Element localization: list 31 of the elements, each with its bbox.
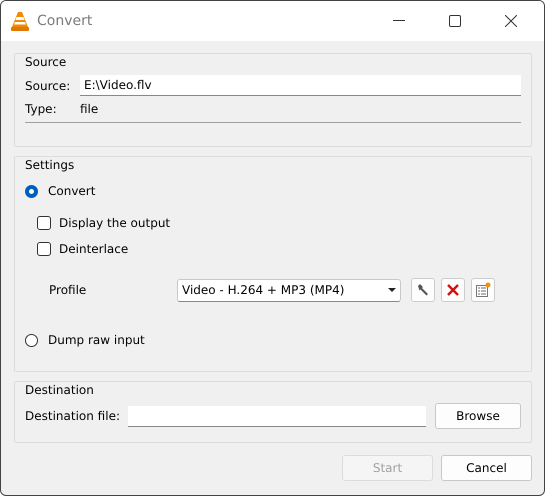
traffic-cone-icon [11, 11, 29, 31]
source-field[interactable]: E:\Video.flv [80, 75, 521, 96]
caret-icon [388, 288, 396, 292]
type-value: file [80, 102, 98, 116]
convert-radio[interactable] [25, 184, 38, 198]
list-icon [475, 282, 491, 298]
browse-button[interactable]: Browse [435, 403, 521, 429]
profile-dropdown[interactable]: Video - H.264 + MP3 (MP4) [177, 278, 401, 302]
group-title: Settings [25, 158, 74, 172]
checkbox[interactable] [37, 216, 51, 230]
checkbox-label: Deinterlace [59, 242, 128, 256]
profile-label: Profile [49, 283, 88, 297]
delete-button[interactable] [441, 278, 465, 302]
radio-label: Convert [48, 184, 96, 198]
minimize-icon [393, 20, 405, 22]
checkbox-label: Display the output [59, 216, 170, 230]
cross-icon [447, 284, 459, 296]
destination-field[interactable] [128, 406, 426, 426]
radio-label: Dump raw input [48, 333, 145, 347]
source-label: Source: [25, 78, 72, 92]
group-title: Source [25, 55, 66, 69]
new-profile-button[interactable] [471, 278, 495, 302]
dialog-button[interactable]: Cancel [441, 455, 532, 481]
close-icon [505, 15, 517, 27]
maximize-icon [449, 15, 461, 27]
checkbox[interactable] [37, 242, 51, 256]
destination-label: Destination file: [25, 409, 120, 423]
type-label: Type: [25, 102, 58, 116]
window-title: Convert [37, 13, 94, 29]
group-title: Destination [25, 383, 94, 397]
dump-radio[interactable] [25, 334, 38, 346]
